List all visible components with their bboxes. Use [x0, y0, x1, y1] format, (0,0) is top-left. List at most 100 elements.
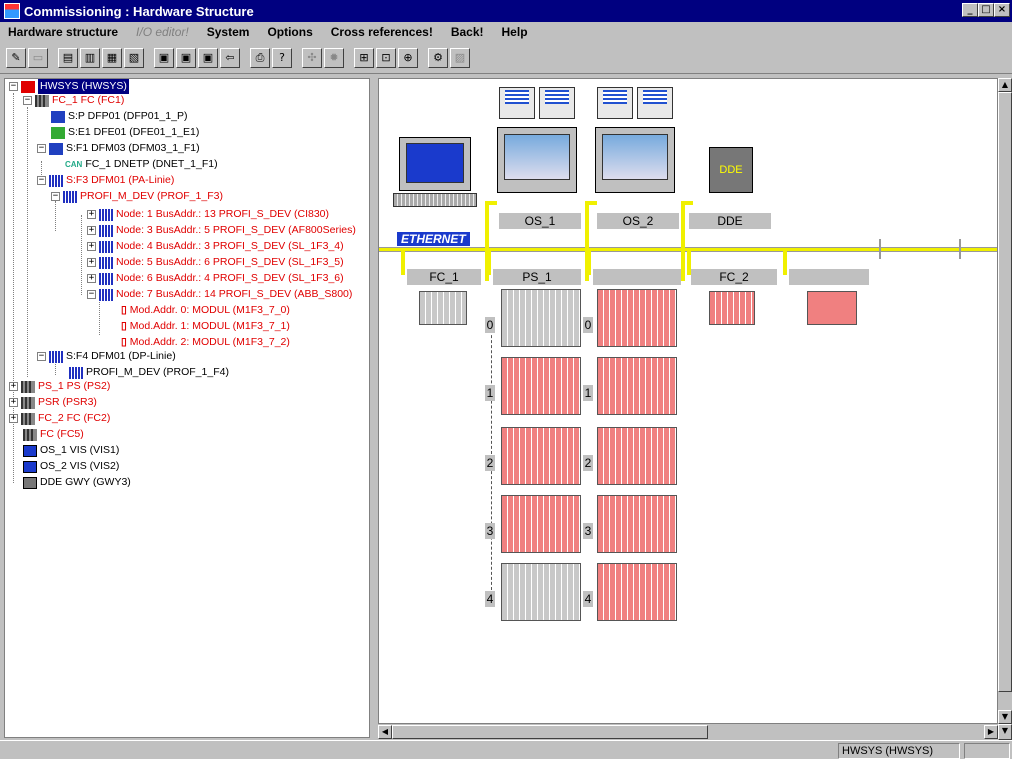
engineering-station-icon[interactable]: [399, 137, 471, 191]
grid-icon[interactable]: ▦: [102, 47, 122, 68]
menu-options[interactable]: Options: [259, 25, 322, 39]
tree-node[interactable]: + Node: 5 BusAddr.: 6 PROFI_S_DEV (SL_1F3…: [87, 255, 344, 270]
window1-icon[interactable]: ▣: [154, 47, 174, 68]
bus-label-empty[interactable]: [789, 269, 869, 285]
tree-node[interactable]: OS_1 VIS (VIS1): [23, 443, 119, 458]
back-arrow-icon[interactable]: ⇦: [220, 47, 240, 68]
scroll-up-button[interactable]: ▲: [998, 78, 1012, 92]
tree-node[interactable]: ▯ Mod.Addr. 2: MODUL (M1F3_7_2): [121, 335, 290, 350]
ps-rack-row0[interactable]: [501, 289, 581, 347]
bus-label-empty[interactable]: [593, 269, 681, 285]
minimize-button[interactable]: _: [962, 3, 978, 17]
tree-node[interactable]: PROFI_M_DEV (PROF_1_F4): [69, 365, 229, 380]
scroll-corner-down-button[interactable]: ▼: [998, 724, 1012, 740]
operator-station-monitor-icon[interactable]: [595, 127, 675, 193]
tree-node[interactable]: CAN FC_1 DNETP (DNET_1_F1): [65, 157, 218, 172]
menu-back[interactable]: Back!: [443, 25, 494, 39]
tree-node[interactable]: + Node: 1 BusAddr.: 13 PROFI_S_DEV (CI830…: [87, 207, 329, 222]
window3-icon[interactable]: ▣: [198, 47, 218, 68]
tree-node[interactable]: OS_2 VIS (VIS2): [23, 459, 119, 474]
rack-row-number: 4: [583, 591, 593, 607]
fc1-rack-icon[interactable]: [419, 291, 467, 325]
tree-collapse-icon[interactable]: ▥: [80, 47, 100, 68]
help-icon[interactable]: ?: [272, 47, 292, 68]
edit-icon[interactable]: ✎: [6, 47, 26, 68]
tree-node[interactable]: DDE GWY (GWY3): [23, 475, 131, 490]
psr-rack-icon[interactable]: [807, 291, 857, 325]
psr-rack-row4[interactable]: [597, 563, 677, 621]
module-icon[interactable]: ⊕: [398, 47, 418, 68]
scroll-right-button[interactable]: ▶: [984, 725, 998, 739]
printer-icon[interactable]: [499, 87, 535, 119]
tree-node[interactable]: + PSR (PSR3): [9, 395, 97, 410]
tree-node[interactable]: − Node: 7 BusAddr.: 14 PROFI_S_DEV (ABB_S…: [87, 287, 352, 302]
doc-icon[interactable]: ▭: [28, 47, 48, 68]
diagram-vertical-scrollbar[interactable]: ▲ ▼ ▼: [998, 78, 1012, 740]
print-icon[interactable]: ⎙: [250, 47, 270, 68]
tree-expand-icon[interactable]: ▤: [58, 47, 78, 68]
menu-cross-references[interactable]: Cross references!: [323, 25, 443, 39]
tree-node[interactable]: + PS_1 PS (PS2): [9, 379, 110, 394]
hardware-tree[interactable]: − HWSYS (HWSYS) − FC_1 FC (FC1) S:P DFP01 …: [4, 78, 370, 738]
bus-label-ps1[interactable]: PS_1: [493, 269, 581, 285]
tree-node[interactable]: + FC_2 FC (FC2): [9, 411, 110, 426]
tree-node[interactable]: + Node: 3 BusAddr.: 5 PROFI_S_DEV (AF800S…: [87, 223, 356, 238]
scroll-down-button[interactable]: ▼: [998, 710, 1012, 724]
ps-rack-row3[interactable]: [501, 495, 581, 553]
tree-node[interactable]: FC (FC5): [23, 427, 84, 442]
tree-node[interactable]: − PROFI_M_DEV (PROF_1_F3): [51, 189, 223, 204]
menu-system[interactable]: System: [199, 25, 260, 39]
tree-node[interactable]: S:P DFP01 (DFP01_1_P): [51, 109, 187, 124]
fieldbus-module-icon: [49, 174, 63, 187]
tree-node[interactable]: − S:F1 DFM03 (DFM03_1_F1): [37, 141, 200, 156]
tree-node[interactable]: − HWSYS (HWSYS): [9, 79, 129, 94]
tree-node[interactable]: − FC_1 FC (FC1): [23, 93, 124, 108]
scroll-thumb[interactable]: [392, 725, 708, 739]
disabled-tool2-icon[interactable]: ✹: [324, 47, 344, 68]
station-label-dde[interactable]: DDE: [689, 213, 771, 229]
printer-icon[interactable]: [637, 87, 673, 119]
psr-rack-row2[interactable]: [597, 427, 677, 485]
ps-rack-row4[interactable]: [501, 563, 581, 621]
tree-node[interactable]: ▯ Mod.Addr. 0: MODUL (M1F3_7_0): [121, 303, 290, 318]
tree-node[interactable]: + Node: 6 BusAddr.: 4 PROFI_S_DEV (SL_1F3…: [87, 271, 344, 286]
ps-rack-row1[interactable]: [501, 357, 581, 415]
dde-gateway-icon[interactable]: DDE: [709, 147, 753, 193]
menu-io-editor[interactable]: I/O editor!: [128, 25, 199, 39]
system-icon: [21, 80, 35, 93]
printer-icon[interactable]: [597, 87, 633, 119]
hardware-diagram[interactable]: ETHERNET OS_1 OS_2 DDE DDE FC_1 PS_1 FC_…: [378, 78, 998, 724]
table-icon[interactable]: ▧: [124, 47, 144, 68]
station-label-os2[interactable]: OS_2: [597, 213, 679, 229]
printer-icon[interactable]: [539, 87, 575, 119]
maximize-button[interactable]: □: [978, 3, 994, 17]
station-label-os1[interactable]: OS_1: [499, 213, 581, 229]
psr-rack-row1[interactable]: [597, 357, 677, 415]
window2-icon[interactable]: ▣: [176, 47, 196, 68]
fc2-rack-icon[interactable]: [709, 291, 755, 325]
rack-row-number: 4: [485, 591, 495, 607]
menu-help[interactable]: Help: [494, 25, 538, 39]
connect-icon[interactable]: ⊡: [376, 47, 396, 68]
network-icon[interactable]: ⊞: [354, 47, 374, 68]
ps-rack-row2[interactable]: [501, 427, 581, 485]
bus-label-fc2[interactable]: FC_2: [691, 269, 777, 285]
can-module-icon: [49, 142, 63, 155]
scroll-thumb[interactable]: [998, 92, 1012, 692]
diagram-horizontal-scrollbar[interactable]: ◀ ▶: [378, 724, 998, 740]
psr-rack-row3[interactable]: [597, 495, 677, 553]
disabled-tool3-icon[interactable]: ▨: [450, 47, 470, 68]
menu-hardware-structure[interactable]: Hardware structure: [0, 25, 128, 39]
tree-node[interactable]: − S:F4 DFM01 (DP-Linie): [37, 349, 176, 364]
scroll-left-button[interactable]: ◀: [378, 725, 392, 739]
tree-node[interactable]: S:E1 DFE01 (DFE01_1_E1): [51, 125, 199, 140]
tree-node[interactable]: − S:F3 DFM01 (PA-Linie): [37, 173, 174, 188]
config-icon[interactable]: ⚙: [428, 47, 448, 68]
bus-label-fc1[interactable]: FC_1: [407, 269, 481, 285]
close-button[interactable]: ×: [994, 3, 1010, 17]
tree-node[interactable]: ▯ Mod.Addr. 1: MODUL (M1F3_7_1): [121, 319, 290, 334]
operator-station-monitor-icon[interactable]: [497, 127, 577, 193]
tree-node[interactable]: + Node: 4 BusAddr.: 3 PROFI_S_DEV (SL_1F3…: [87, 239, 344, 254]
psr-rack-row0[interactable]: [597, 289, 677, 347]
disabled-tool1-icon[interactable]: ✣: [302, 47, 322, 68]
